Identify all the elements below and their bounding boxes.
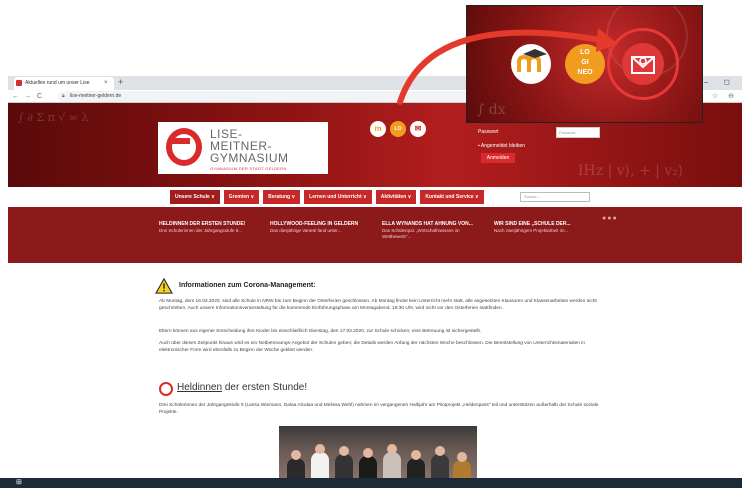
remember-checkbox-label[interactable]: ▪ Angemeldet bleiben (478, 143, 525, 149)
nav-item-beratung[interactable]: Beratung ∨ (263, 190, 301, 204)
account-icon[interactable]: ⊖ (728, 90, 734, 103)
nav-item-unsere-schule[interactable]: Unsere Schule ∨ (170, 190, 220, 204)
windows-start-icon[interactable]: ⊞ (16, 479, 22, 486)
tab-title: Aktuelles rund um unser Lise (25, 80, 90, 86)
logineo-text-2: GI (581, 59, 589, 66)
minimize-icon[interactable]: – (704, 76, 708, 89)
corona-paragraph-3: Auch über diesen Zeitpunkt hinaus wird e… (159, 341, 586, 353)
header-decoration: ∫ ∂ Σ π √ ∞ λ (18, 111, 89, 124)
news-text: Drei Schülerinnen der Jahrgangsstufe 9..… (159, 228, 243, 233)
photo-person-head (457, 452, 467, 462)
browser-tab[interactable]: Aktuelles rund um unser Lise × (14, 77, 114, 90)
svg-text:∫ dx: ∫ dx (477, 102, 506, 118)
heldinnen-link[interactable]: Heldinnen (177, 382, 222, 393)
news-title: HOLLYWOOD-FEELING IN GELDERN (270, 221, 359, 227)
slider-dots[interactable]: ●●● (602, 215, 618, 222)
moodle-icon[interactable] (511, 44, 551, 84)
logo-line-3: GYMNASIUM (210, 151, 289, 165)
photo-person-head (339, 446, 349, 456)
webmail-icon[interactable]: ✉ (410, 121, 426, 137)
logo-subtitle: GYMNASIUM DER STADT GELDERN (210, 166, 287, 171)
photo-person-head (363, 448, 373, 458)
news-text: Das Schülerquiz „Wirtschaftswissen im We… (382, 228, 460, 239)
photo-person-head (411, 450, 421, 460)
forward-button[interactable]: → (24, 90, 31, 103)
heldinnen-heading: Heldinnen der ersten Stunde! (177, 382, 307, 393)
corona-heading: Informationen zum Corona-Management: (179, 282, 316, 289)
url-text: lise-meitner-geldern.de (70, 93, 122, 99)
logo-mark-bar (172, 138, 190, 144)
os-taskbar: ⊞ (0, 478, 742, 488)
news-text: Nach zweijährigem Projektarbeit im... (494, 228, 569, 233)
logineo-icon[interactable]: LO (390, 121, 406, 137)
news-item[interactable]: HELDINNEN DER ERSTEN STUNDE! Drei Schüle… (159, 221, 259, 234)
header-formula: IHz | v⟩, + | v₂⟩ (578, 163, 684, 179)
logo-mark-icon (166, 128, 202, 166)
password-label: Passwort (478, 129, 499, 135)
remember-label-text: Angemeldet bleiben (480, 143, 526, 149)
news-item[interactable]: WIR SIND EINE „SCHULE DER... Nach zweijä… (494, 221, 594, 234)
news-title: HELDINNEN DER ERSTEN STUNDE! (159, 221, 246, 227)
back-button[interactable]: ← (12, 90, 19, 103)
logineo-text-1: LO (580, 49, 590, 56)
logineo-text-3: NEO (577, 69, 593, 76)
webmail-icon[interactable] (622, 43, 664, 85)
photo-person-head (387, 444, 397, 454)
logineo-text: LO GI NEO (576, 48, 594, 78)
corona-paragraph-1: Ab Montag, dem 16.03.2020, sind alle Sch… (159, 299, 597, 311)
site-favicon-icon (16, 80, 22, 86)
search-input[interactable]: Suchen ... (520, 192, 590, 202)
new-tab-button[interactable]: + (118, 76, 123, 89)
login-button[interactable]: Anmelden (481, 153, 515, 163)
news-text: Das diesjährige Varieté fand unter... (270, 228, 342, 233)
nav-item-lernen-und-unterricht[interactable]: Lernen und Unterricht ∨ (304, 190, 372, 204)
news-item[interactable]: ELLA WYNANDS HAT AHNUNG VON... Das Schül… (382, 221, 482, 240)
corona-paragraph-2: Eltern können aus eigener Entscheidung i… (159, 329, 482, 334)
photo-person-head (315, 444, 325, 454)
maximize-icon[interactable]: ◻ (724, 76, 730, 89)
lock-icon: 🔒︎ (62, 93, 65, 99)
news-item[interactable]: HOLLYWOOD-FEELING IN GELDERN Das diesjäh… (270, 221, 370, 234)
school-logo[interactable]: LISE- MEITNER- GYMNASIUM GYMNASIUM DER S… (158, 122, 328, 174)
heldinnen-paragraph: Drei Schülerinnen der Jahrgangsstufe 9 (… (159, 403, 599, 415)
nav-item-kontakt-und-service[interactable]: Kontakt und Service ∨ (420, 190, 484, 204)
moodle-logo-graphic (517, 49, 547, 72)
news-title: WIR SIND EINE „SCHULE DER... (494, 221, 571, 227)
main-navigation: Unsere Schule ∨ Gremien ∨ Beratung ∨ Ler… (8, 187, 742, 207)
news-slider: HELDINNEN DER ERSTEN STUNDE! Drei Schüle… (8, 207, 742, 263)
news-title: ELLA WYNANDS HAT AHNUNG VON... (382, 221, 473, 227)
moodle-icon[interactable]: m (370, 121, 386, 137)
nav-item-gremien[interactable]: Gremien ∨ (223, 190, 260, 204)
bookmark-star-icon[interactable]: ☆ (712, 90, 718, 103)
close-tab-icon[interactable]: × (104, 77, 108, 90)
envelope-graphic (631, 56, 655, 74)
nav-item-aktivitaeten[interactable]: Aktivitäten ∨ (375, 190, 417, 204)
reload-button[interactable]: C (37, 90, 42, 103)
password-input[interactable]: Passwort (556, 127, 600, 138)
warning-icon (155, 278, 173, 294)
zoom-callout: ∫ dx LO GI NEO (466, 5, 703, 123)
photo-person-head (291, 450, 301, 460)
logineo-icon[interactable]: LO GI NEO (565, 44, 605, 84)
photo-person-head (435, 446, 445, 456)
heldinnen-heading-rest: der ersten Stunde! (222, 382, 308, 393)
school-logo-small-icon (159, 382, 173, 396)
